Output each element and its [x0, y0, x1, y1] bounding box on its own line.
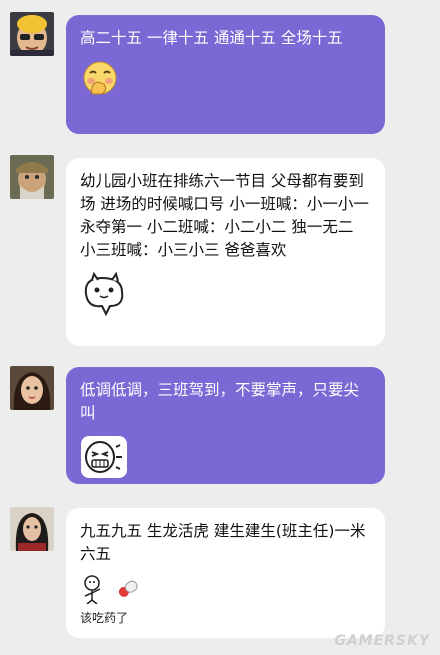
watermark: GAMERSKY — [334, 633, 430, 649]
message-bubble[interactable]: 九五九五 生龙活虎 建生建生(班主任)一米六五 该吃药了 — [66, 508, 385, 638]
cat-ghost-sticker — [80, 271, 371, 323]
face-with-hand-over-mouth-sticker — [80, 60, 371, 103]
message-text: 低调低调，三班驾到，不要掌声，只要尖叫 — [80, 381, 360, 422]
message-text: 九五九五 生龙活虎 建生建生(班主任)一米六五 — [80, 522, 366, 563]
message-bubble[interactable]: 幼儿园小班在排练六一节目 父母都有要到场 进场的时候喊口号 小一班喊：小一小一 … — [66, 158, 385, 346]
avatar[interactable] — [10, 507, 54, 551]
message-bubble[interactable]: 高二十五 一律十五 通通十五 全场十五 — [66, 15, 385, 134]
message-text: 高二十五 一律十五 通通十五 全场十五 — [80, 29, 343, 47]
avatar[interactable] — [10, 155, 54, 199]
laughing-face-sticker — [80, 435, 371, 486]
message-bubble[interactable]: 低调低调，三班驾到，不要掌声，只要尖叫 — [66, 367, 385, 484]
take-medicine-sticker: 该吃药了 — [80, 574, 371, 625]
message-text: 幼儿园小班在排练六一节目 父母都有要到场 进场的时候喊口号 小一班喊：小一小一 … — [80, 172, 369, 259]
avatar[interactable] — [10, 12, 54, 56]
avatar[interactable] — [10, 366, 54, 410]
sticker-caption: 该吃药了 — [80, 611, 129, 625]
